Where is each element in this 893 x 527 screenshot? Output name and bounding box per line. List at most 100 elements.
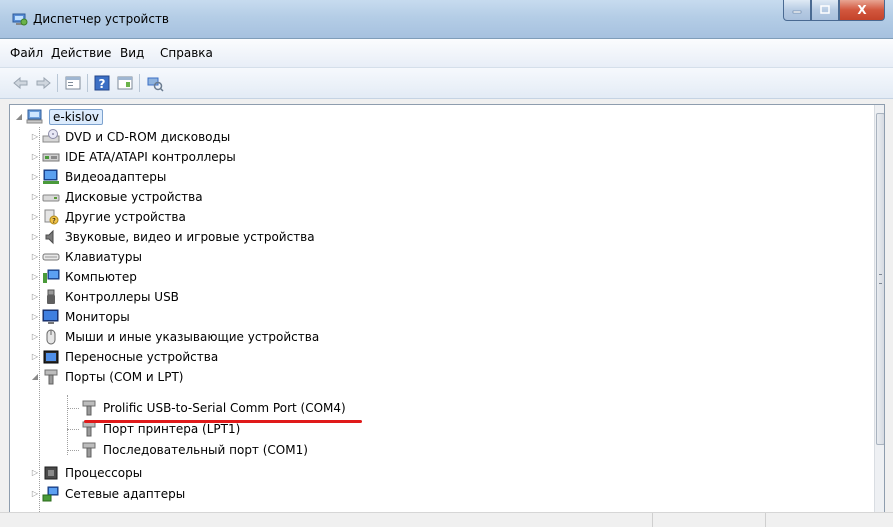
computer-icon xyxy=(43,269,60,283)
tree-item-ide[interactable]: ▷ IDE ATA/ATAPI контроллеры xyxy=(30,147,236,167)
expand-arrow-icon[interactable]: ▷ xyxy=(30,489,40,499)
expand-arrow-icon[interactable]: ▷ xyxy=(30,152,40,162)
tree-item-other[interactable]: ▷ ? Другие устройства xyxy=(30,207,186,227)
window-title: Диспетчер устройств xyxy=(33,12,170,26)
maximize-icon xyxy=(820,5,830,14)
tree-item-monitors[interactable]: ▷ Мониторы xyxy=(30,307,130,327)
tree-item-sound[interactable]: ▷ Звуковые, видео и игровые устройства xyxy=(30,227,315,247)
tree-item-ports[interactable]: ◢ Порты (COM и LPT) xyxy=(30,367,183,387)
usb-icon xyxy=(47,289,55,304)
tree-item-label: Сетевые адаптеры xyxy=(65,487,186,501)
tree-item-prolific-com4[interactable]: Prolific USB-to-Serial Comm Port (COM4) xyxy=(80,398,346,418)
window-controls: X xyxy=(783,0,885,22)
tree-item-network[interactable]: ▷ Сетевые адаптеры xyxy=(30,484,185,504)
tree-item-label: Контроллеры USB xyxy=(65,290,179,304)
menu-action[interactable]: Действие xyxy=(51,46,111,60)
toolbar-separator xyxy=(87,74,88,92)
speaker-icon xyxy=(45,229,54,245)
status-bar xyxy=(0,512,893,527)
tree-item-dvd[interactable]: ▷ DVD и CD-ROM дисководы xyxy=(30,127,230,147)
port-icon xyxy=(82,421,96,437)
expand-arrow-icon[interactable]: ▷ xyxy=(30,352,40,362)
tree-item-computer[interactable]: ▷ Компьютер xyxy=(30,267,137,287)
tree-item-label: DVD и CD-ROM дисководы xyxy=(65,130,231,144)
expand-arrow-icon[interactable]: ▷ xyxy=(30,272,40,282)
scan-hardware-icon[interactable] xyxy=(146,74,164,92)
expand-arrow-icon[interactable]: ▷ xyxy=(30,212,40,222)
status-separator xyxy=(765,513,766,527)
tree-item-display[interactable]: ▷ Видеоадаптеры xyxy=(30,167,166,187)
back-arrow-icon[interactable] xyxy=(12,74,30,92)
toolbar-separator xyxy=(57,74,58,92)
highlight-underline xyxy=(84,420,362,423)
minimize-icon xyxy=(792,10,802,14)
forward-arrow-icon[interactable] xyxy=(34,74,52,92)
tree-item-mice[interactable]: ▷ Мыши и иные указывающие устройства xyxy=(30,327,319,347)
port-icon xyxy=(82,400,96,416)
mouse-icon xyxy=(46,329,56,345)
collapse-arrow-icon[interactable]: ◢ xyxy=(30,372,40,382)
disk-drive-icon xyxy=(42,194,60,202)
portable-device-icon xyxy=(43,350,59,364)
device-tree[interactable]: ◢ e-kislov ▷ DVD и CD-ROM дисководы ▷ ID… xyxy=(9,104,885,513)
tree-item-label: Переносные устройства xyxy=(65,350,219,364)
tree-item-com1[interactable]: Последовательный порт (COM1) xyxy=(80,440,308,460)
display-adapter-icon xyxy=(43,169,59,184)
tree-item-label: Клавиатуры xyxy=(65,250,142,264)
expand-arrow-icon[interactable]: ▷ xyxy=(30,312,40,322)
svg-text:?: ? xyxy=(99,77,106,91)
menu-file[interactable]: Файл xyxy=(10,46,43,60)
menu-bar: Файл Действие Вид Справка xyxy=(0,39,893,68)
tree-item-label: Порты (COM и LPT) xyxy=(65,370,184,384)
menu-help[interactable]: Справка xyxy=(160,46,213,60)
view-icon[interactable] xyxy=(116,74,134,92)
expand-arrow-icon[interactable]: ▷ xyxy=(30,132,40,142)
tree-item-label: Дисковые устройства xyxy=(65,190,203,204)
expand-arrow-icon[interactable]: ▷ xyxy=(30,192,40,202)
maximize-button[interactable] xyxy=(811,0,839,21)
port-icon xyxy=(82,442,96,458)
menu-view[interactable]: Вид xyxy=(120,46,144,60)
tree-item-label: Prolific USB-to-Serial Comm Port (COM4) xyxy=(103,401,346,415)
tree-line xyxy=(67,408,79,409)
tree-line xyxy=(67,450,79,451)
root-label: e-kislov xyxy=(49,109,104,125)
computer-icon xyxy=(26,109,43,124)
tree-item-usb[interactable]: ▷ Контроллеры USB xyxy=(30,287,179,307)
help-icon[interactable]: ? xyxy=(93,74,111,92)
tree-item-label: IDE ATA/ATAPI контроллеры xyxy=(65,150,236,164)
tree-item-portable[interactable]: ▷ Переносные устройства xyxy=(30,347,218,367)
expand-arrow-icon[interactable]: ▷ xyxy=(30,468,40,478)
keyboard-icon xyxy=(42,253,60,261)
vertical-scrollbar[interactable] xyxy=(874,105,884,512)
tree-item-processors[interactable]: ▷ Процессоры xyxy=(30,463,142,483)
tree-item-label: Другие устройства xyxy=(65,210,186,224)
title-bar[interactable]: Диспетчер устройств X xyxy=(0,0,893,39)
expand-arrow-icon[interactable]: ▷ xyxy=(30,332,40,342)
tree-item-label: Звуковые, видео и игровые устройства xyxy=(65,230,315,244)
minimize-button[interactable] xyxy=(783,0,811,21)
expand-arrow-icon[interactable]: ▷ xyxy=(30,292,40,302)
tree-item-label: Мыши и иные указывающие устройства xyxy=(65,330,320,344)
tree-root[interactable]: ◢ e-kislov xyxy=(14,107,104,127)
expand-arrow-icon[interactable]: ▷ xyxy=(30,252,40,262)
toolbar-separator xyxy=(139,74,140,92)
ide-controller-icon xyxy=(42,153,60,162)
collapse-arrow-icon[interactable]: ◢ xyxy=(14,112,24,122)
expand-arrow-icon[interactable]: ▷ xyxy=(30,172,40,182)
properties-icon[interactable] xyxy=(64,74,82,92)
tree-item-disk[interactable]: ▷ Дисковые устройства xyxy=(30,187,203,207)
tree-item-label: Последовательный порт (COM1) xyxy=(103,443,308,457)
processor-icon xyxy=(44,466,58,480)
close-button[interactable]: X xyxy=(839,0,885,21)
tree-item-label: Мониторы xyxy=(65,310,130,324)
tree-item-label: Порт принтера (LPT1) xyxy=(103,422,241,436)
toolbar: ? xyxy=(0,68,893,99)
expand-arrow-icon[interactable]: ▷ xyxy=(30,232,40,242)
tree-item-keyboard[interactable]: ▷ Клавиатуры xyxy=(30,247,142,267)
tree-line xyxy=(67,395,68,455)
scrollbar-thumb[interactable] xyxy=(876,113,884,445)
monitor-icon xyxy=(42,309,59,324)
unknown-device-icon: ? xyxy=(44,209,59,225)
scrollbar-grip-icon xyxy=(879,274,882,284)
